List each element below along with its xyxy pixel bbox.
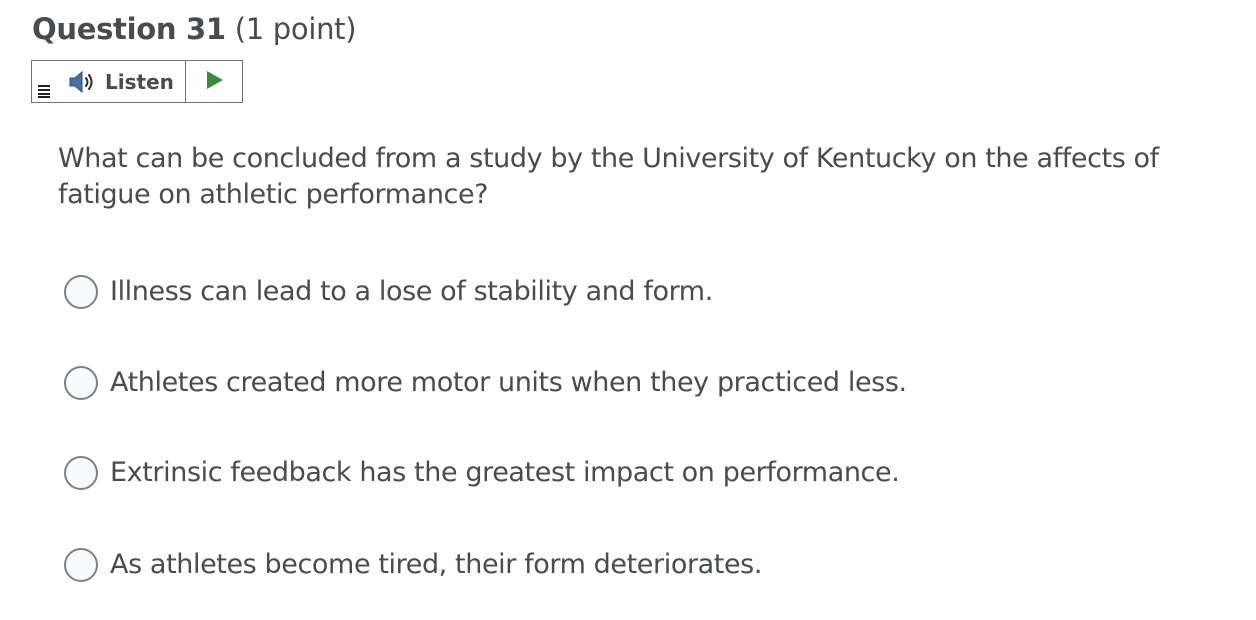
question-header: Question 31 (1 point) [32,10,357,48]
question-points: (1 point) [234,12,357,46]
radio-button[interactable] [64,366,98,400]
radio-button[interactable] [64,275,98,309]
radio-button[interactable] [64,548,98,582]
answer-choice-3[interactable]: Extrinsic feedback has the greatest impa… [64,453,900,493]
choice-label: Athletes created more motor units when t… [110,367,907,398]
answer-choice-4[interactable]: As athletes become tired, their form det… [64,545,762,585]
question-title: Question 31 [32,12,226,46]
listen-widget: Listen [31,60,243,103]
radio-button[interactable] [64,456,98,490]
answer-choice-2[interactable]: Athletes created more motor units when t… [64,363,907,403]
choice-label: Illness can lead to a lose of stability … [110,276,713,307]
play-button[interactable] [186,61,243,102]
listen-label: Listen [105,69,174,94]
question-text: What can be concluded from a study by th… [58,143,1159,210]
listen-button[interactable]: Listen [68,61,174,102]
menu-icon[interactable] [37,83,51,99]
choice-label: Extrinsic feedback has the greatest impa… [110,457,900,488]
choice-label: As athletes become tired, their form det… [110,549,763,580]
answer-choice-1[interactable]: Illness can lead to a lose of stability … [64,272,713,312]
speaker-icon [68,70,98,94]
play-icon [206,70,224,94]
